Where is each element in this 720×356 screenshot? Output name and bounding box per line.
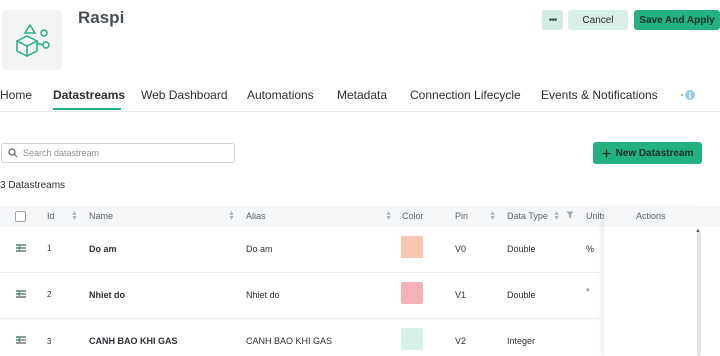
datastream-icon	[15, 242, 27, 256]
datastream-icon	[15, 334, 27, 348]
table-row[interactable]: 2 Nhiet do Nhiet do V1 Double °	[0, 273, 600, 319]
tab-bar: Home Datastreams Web Dashboard Automatio…	[0, 86, 720, 112]
cell-alias: Nhiet do	[246, 290, 280, 300]
tab-home[interactable]: Home	[0, 88, 32, 102]
device-icon	[15, 23, 50, 58]
save-and-apply-button[interactable]: Save And Apply	[634, 10, 720, 30]
cell-name[interactable]: Do am	[89, 244, 117, 254]
search-input[interactable]	[23, 148, 223, 158]
search-icon	[8, 148, 18, 158]
cell-pin: V1	[455, 290, 467, 300]
color-swatch	[401, 236, 423, 258]
datastream-count: 3 Datastreams	[0, 180, 66, 191]
header-color: Color	[402, 211, 424, 221]
sort-icon[interactable]: ▲ ▼	[553, 210, 560, 222]
cell-units: °	[586, 287, 590, 297]
tab-automations[interactable]: Automations	[247, 88, 314, 102]
tab-web-dashboard[interactable]: Web Dashboard	[141, 88, 228, 102]
sort-icon[interactable]: ▲ ▼	[228, 210, 235, 222]
cell-units: %	[586, 244, 595, 254]
select-all-checkbox[interactable]	[15, 211, 26, 222]
filter-icon[interactable]	[566, 211, 574, 221]
cell-alias: Do am	[246, 244, 273, 254]
search-box[interactable]	[1, 143, 235, 163]
new-datastream-label: New Datastream	[615, 147, 694, 159]
sort-icon[interactable]: ▲ ▼	[489, 210, 496, 222]
color-swatch	[401, 282, 423, 304]
device-template-logo	[2, 10, 62, 70]
table-row[interactable]: 3 CANH BAO KHI GAS CANH BAO KHI GAS V2 I…	[0, 319, 600, 356]
cell-pin: V2	[455, 336, 467, 346]
tab-connection-lifecycle[interactable]: Connection Lifecycle	[410, 88, 521, 102]
vertical-scrollbar[interactable]	[697, 232, 701, 356]
new-datastream-button[interactable]: New Datastream	[593, 142, 702, 164]
more-options-button[interactable]: •••	[542, 10, 563, 30]
cell-name[interactable]: Nhiet do	[89, 290, 125, 300]
actions-column: Actions	[604, 206, 696, 356]
header-id[interactable]: Id	[47, 211, 55, 221]
cell-data-type: Double	[507, 244, 536, 254]
cell-name[interactable]: CANH BAO KHI GAS	[89, 336, 178, 346]
info-icon[interactable]	[680, 89, 696, 101]
cell-data-type: Double	[507, 290, 536, 300]
cell-id: 2	[47, 290, 52, 299]
color-swatch	[401, 328, 423, 350]
cell-id: 1	[47, 244, 52, 253]
cancel-button[interactable]: Cancel	[568, 10, 628, 30]
active-tab-indicator	[53, 108, 121, 110]
header-pin[interactable]: Pin	[455, 211, 468, 221]
tab-datastreams[interactable]: Datastreams	[53, 88, 125, 102]
sort-icon[interactable]: ▲ ▼	[71, 210, 78, 222]
cell-alias: CANH BAO KHI GAS	[246, 336, 333, 346]
header-actions: Actions	[604, 206, 696, 227]
cell-id: 3	[47, 337, 52, 346]
header-data-type[interactable]: Data Type	[507, 211, 548, 221]
plus-icon	[602, 149, 611, 157]
page-title: Raspi	[78, 8, 125, 27]
cell-pin: V0	[455, 244, 467, 254]
header-alias[interactable]: Alias	[246, 211, 266, 221]
header-name[interactable]: Name	[89, 211, 113, 221]
datastream-icon	[15, 288, 27, 302]
tab-metadata[interactable]: Metadata	[337, 88, 387, 102]
table-row[interactable]: 1 Do am Do am V0 Double %	[0, 227, 600, 273]
tab-events-notifications[interactable]: Events & Notifications	[541, 88, 658, 102]
sort-icon[interactable]: ▲ ▼	[385, 210, 392, 222]
cell-data-type: Integer	[507, 336, 536, 346]
